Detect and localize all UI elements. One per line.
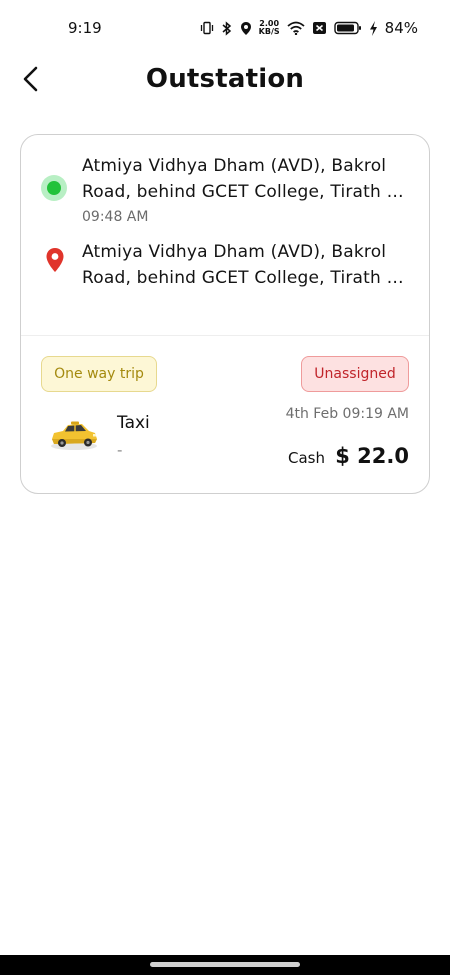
page-title: Outstation xyxy=(145,64,305,94)
status-time: 9:19 xyxy=(68,19,102,37)
no-sim-icon xyxy=(312,22,326,34)
drop-address-line1: Atmiya Vidhya Dham (AVD), Bakrol xyxy=(82,242,387,262)
taxi-icon xyxy=(51,421,97,450)
location-icon xyxy=(240,21,251,35)
payment-method: Cash xyxy=(288,449,325,467)
status-badge: Unassigned xyxy=(301,356,409,392)
pickup-address-line2: Road, behind GCET College, Tirath S... xyxy=(82,182,412,202)
net-speed-unit: KB/S xyxy=(258,27,280,36)
back-button[interactable] xyxy=(14,62,48,96)
vehicle-number: - xyxy=(117,441,123,459)
outstation-screen: 9:19 2.00 KB/S 84% Outstation Atmiya Vid… xyxy=(0,0,450,975)
pickup-time: 09:48 AM xyxy=(82,209,149,225)
vibrate-icon xyxy=(200,21,213,35)
home-indicator[interactable] xyxy=(150,962,300,967)
map-pin-icon xyxy=(46,248,64,272)
status-bar: 9:19 2.00 KB/S 84% xyxy=(0,0,450,56)
charging-icon xyxy=(369,20,377,36)
wifi-icon xyxy=(287,21,305,35)
system-nav-bar xyxy=(0,955,450,975)
trip-datetime: 4th Feb 09:19 AM xyxy=(285,406,409,422)
ride-card[interactable]: Atmiya Vidhya Dham (AVD), Bakrol Road, b… xyxy=(20,134,430,494)
pickup-address-line1: Atmiya Vidhya Dham (AVD), Bakrol xyxy=(82,156,387,176)
vehicle-name: Taxi xyxy=(117,413,150,433)
drop-address-line2: Road, behind GCET College, Tirath S... xyxy=(82,268,412,288)
app-header: Outstation xyxy=(0,56,450,102)
trip-type-badge: One way trip xyxy=(41,356,157,392)
pickup-dot-icon xyxy=(41,175,67,201)
chevron-left-icon xyxy=(23,66,38,92)
status-icons: 2.00 KB/S 84% xyxy=(200,19,418,37)
battery-percent: 84% xyxy=(384,19,418,37)
battery-icon xyxy=(333,21,361,35)
pickup-address: Atmiya Vidhya Dham (AVD), Bakrol Road, b… xyxy=(82,153,412,205)
card-divider xyxy=(21,335,429,336)
fare-amount: $ 22.0 xyxy=(335,444,409,468)
net-speed: 2.00 KB/S xyxy=(259,20,280,36)
bluetooth-icon xyxy=(222,20,231,36)
drop-address: Atmiya Vidhya Dham (AVD), Bakrol Road, b… xyxy=(82,239,412,291)
